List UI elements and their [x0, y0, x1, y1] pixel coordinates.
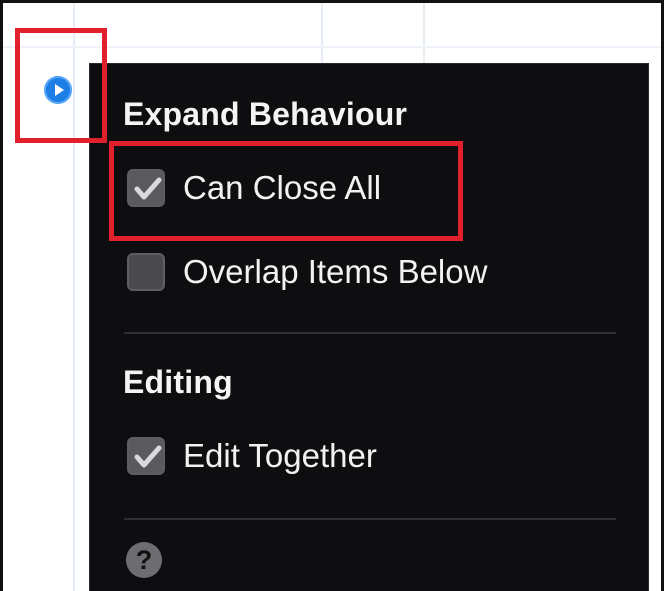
- help-icon[interactable]: ?: [126, 542, 162, 578]
- divider: [124, 518, 616, 520]
- option-label: Edit Together: [183, 437, 377, 474]
- option-edit-together[interactable]: Edit Together: [127, 435, 377, 477]
- canvas-frame: Expand Behaviour Can Close All Overlap I…: [0, 0, 664, 591]
- divider: [124, 332, 616, 334]
- option-overlap-items-below[interactable]: Overlap Items Below: [127, 251, 487, 293]
- checkmark-icon: [134, 445, 162, 468]
- checkbox-overlap-items-below[interactable]: [127, 253, 165, 291]
- option-label: Overlap Items Below: [183, 253, 488, 290]
- highlight-box-can-close-all: [109, 141, 463, 241]
- section-title-expand-behaviour: Expand Behaviour: [123, 96, 408, 132]
- section-title-editing: Editing: [123, 364, 233, 400]
- checkbox-edit-together[interactable]: [127, 437, 165, 475]
- highlight-box-trigger: [15, 28, 107, 143]
